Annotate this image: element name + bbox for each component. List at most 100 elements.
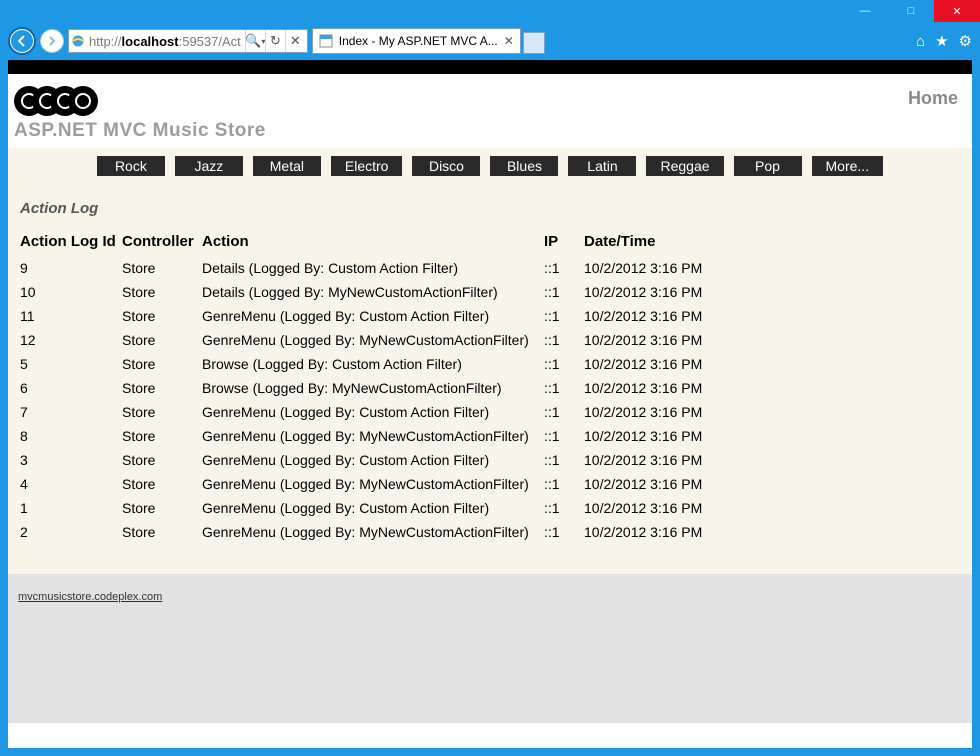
cell-controller: Store — [122, 448, 202, 472]
close-button[interactable]: ✕ — [934, 0, 980, 22]
cell-ip: ::1 — [544, 448, 584, 472]
ie-favicon-icon — [71, 34, 85, 48]
url-text: http://localhost:59537/Act — [89, 34, 241, 49]
cell-id: 5 — [20, 352, 122, 376]
cell-id: 6 — [20, 376, 122, 400]
table-row: 12StoreGenreMenu (Logged By: MyNewCustom… — [20, 328, 744, 352]
home-icon[interactable]: ⌂ — [916, 33, 925, 50]
cell-action: GenreMenu (Logged By: Custom Action Filt… — [202, 400, 544, 424]
tab-strip: Index - My ASP.NET MVC A... ✕ — [312, 28, 904, 54]
page-favicon-icon — [319, 34, 333, 48]
cell-action: Details (Logged By: MyNewCustomActionFil… — [202, 280, 544, 304]
table-row: 10StoreDetails (Logged By: MyNewCustomAc… — [20, 280, 744, 304]
genre-jazz[interactable]: Jazz — [175, 156, 243, 176]
section-title: Action Log — [20, 200, 960, 217]
tab-title: Index - My ASP.NET MVC A... — [339, 34, 498, 48]
vinyl-logo-icon — [14, 84, 94, 118]
col-header-ip: IP — [544, 233, 584, 256]
genre-metal[interactable]: Metal — [253, 156, 321, 176]
refresh-icon: ↻ — [270, 33, 281, 49]
cell-datetime: 10/2/2012 3:16 PM — [584, 280, 744, 304]
cell-id: 7 — [20, 400, 122, 424]
genre-more[interactable]: More... — [812, 156, 884, 176]
url-rest: :59537/Act — [179, 34, 241, 49]
minimize-button[interactable]: — — [842, 0, 888, 22]
action-log-table: Action Log Id Controller Action IP Date/… — [20, 233, 744, 544]
tab-close-icon[interactable]: ✕ — [504, 34, 514, 48]
stop-button[interactable]: ✕ — [285, 30, 305, 52]
cell-ip: ::1 — [544, 472, 584, 496]
cell-controller: Store — [122, 304, 202, 328]
back-arrow-icon — [11, 30, 33, 52]
cell-id: 12 — [20, 328, 122, 352]
genre-reggae[interactable]: Reggae — [646, 156, 723, 176]
cell-action: GenreMenu (Logged By: MyNewCustomActionF… — [202, 328, 544, 352]
new-tab-button[interactable] — [523, 32, 545, 54]
back-button[interactable] — [8, 27, 36, 55]
url-prefix: http:// — [89, 34, 122, 49]
genre-blues[interactable]: Blues — [490, 156, 558, 176]
genre-disco[interactable]: Disco — [412, 156, 480, 176]
cell-datetime: 10/2/2012 3:16 PM — [584, 520, 744, 544]
col-header-datetime: Date/Time — [584, 233, 744, 256]
cell-ip: ::1 — [544, 328, 584, 352]
cell-id: 1 — [20, 496, 122, 520]
cell-action: GenreMenu (Logged By: MyNewCustomActionF… — [202, 424, 544, 448]
browser-toolbar: http://localhost:59537/Act 🔍 ▾ ↻ ✕ Index… — [8, 28, 972, 54]
favorites-icon[interactable]: ★ — [935, 32, 948, 50]
top-band — [8, 60, 972, 74]
search-button[interactable]: 🔍 ▾ — [245, 30, 265, 52]
forward-button[interactable] — [40, 29, 64, 53]
cell-id: 11 — [20, 304, 122, 328]
cell-ip: ::1 — [544, 520, 584, 544]
cell-controller: Store — [122, 280, 202, 304]
cell-ip: ::1 — [544, 400, 584, 424]
table-row: 7StoreGenreMenu (Logged By: Custom Actio… — [20, 400, 744, 424]
col-header-id: Action Log Id — [20, 233, 122, 256]
cell-id: 3 — [20, 448, 122, 472]
tab-active[interactable]: Index - My ASP.NET MVC A... ✕ — [312, 28, 521, 54]
logo-block: ASP.NET MVC Music Store — [14, 84, 266, 142]
cell-action: GenreMenu (Logged By: Custom Action Filt… — [202, 304, 544, 328]
chrome-right-icons: ⌂ ★ ⚙ — [908, 32, 972, 50]
genre-electro[interactable]: Electro — [331, 156, 403, 176]
table-row: 9StoreDetails (Logged By: Custom Action … — [20, 256, 744, 280]
url-host: localhost — [122, 34, 179, 49]
genre-pop[interactable]: Pop — [734, 156, 802, 176]
site-title: ASP.NET MVC Music Store — [14, 120, 266, 142]
footer-link[interactable]: mvcmusicstore.codeplex.com — [18, 591, 162, 603]
cell-datetime: 10/2/2012 3:16 PM — [584, 448, 744, 472]
cell-controller: Store — [122, 424, 202, 448]
table-row: 5StoreBrowse (Logged By: Custom Action F… — [20, 352, 744, 376]
cell-controller: Store — [122, 256, 202, 280]
search-icon: 🔍 — [245, 33, 261, 49]
site-footer: mvcmusicstore.codeplex.com — [8, 574, 972, 723]
cell-datetime: 10/2/2012 3:16 PM — [584, 424, 744, 448]
cell-ip: ::1 — [544, 424, 584, 448]
page-body: Action Log Action Log Id Controller Acti… — [8, 184, 972, 574]
cell-id: 2 — [20, 520, 122, 544]
nav-home-link[interactable]: Home — [908, 84, 958, 109]
cell-datetime: 10/2/2012 3:16 PM — [584, 304, 744, 328]
browser-window: — □ ✕ http://localhost:59537/Act 🔍 ▾ ↻ — [0, 0, 980, 756]
page-viewport: ASP.NET MVC Music Store Home Rock Jazz Met… — [8, 60, 972, 748]
col-header-action: Action — [202, 233, 544, 256]
site-content: ASP.NET MVC Music Store Home Rock Jazz Met… — [8, 74, 972, 723]
table-row: 1StoreGenreMenu (Logged By: Custom Actio… — [20, 496, 744, 520]
cell-datetime: 10/2/2012 3:16 PM — [584, 472, 744, 496]
cell-datetime: 10/2/2012 3:16 PM — [584, 496, 744, 520]
forward-arrow-icon — [47, 36, 57, 46]
cell-action: GenreMenu (Logged By: MyNewCustomActionF… — [202, 520, 544, 544]
cell-controller: Store — [122, 352, 202, 376]
settings-icon[interactable]: ⚙ — [959, 32, 972, 50]
genre-rock[interactable]: Rock — [97, 156, 165, 176]
minimize-icon: — — [860, 5, 871, 17]
cell-action: Details (Logged By: Custom Action Filter… — [202, 256, 544, 280]
maximize-button[interactable]: □ — [888, 0, 934, 22]
refresh-button[interactable]: ↻ — [265, 30, 285, 52]
genre-latin[interactable]: Latin — [568, 156, 636, 176]
cell-ip: ::1 — [544, 352, 584, 376]
cell-datetime: 10/2/2012 3:16 PM — [584, 256, 744, 280]
address-bar[interactable]: http://localhost:59537/Act 🔍 ▾ ↻ ✕ — [68, 29, 308, 53]
table-header-row: Action Log Id Controller Action IP Date/… — [20, 233, 744, 256]
